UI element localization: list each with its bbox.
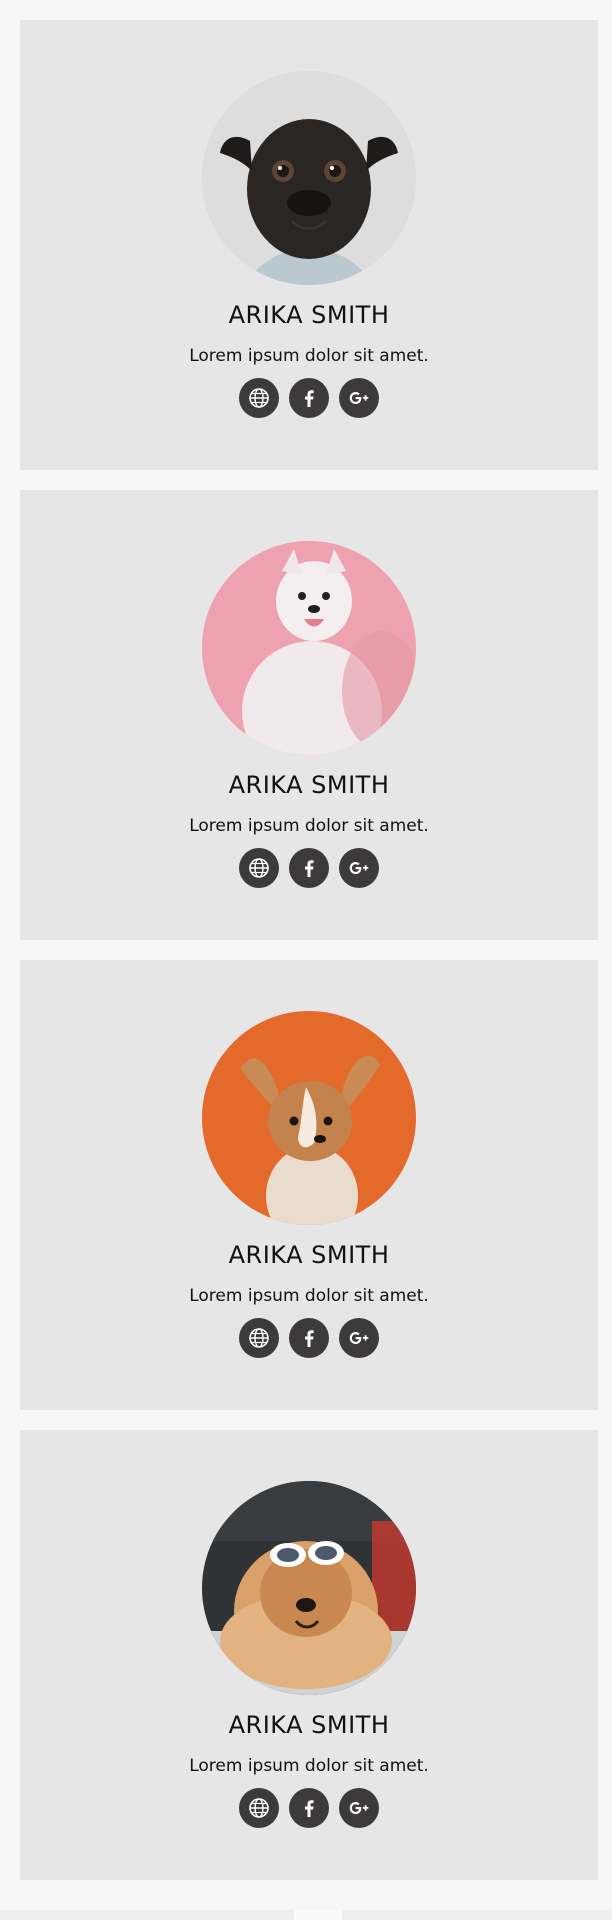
globe-icon bbox=[249, 1328, 269, 1348]
google-plus-button[interactable] bbox=[339, 848, 379, 888]
social-links bbox=[20, 848, 598, 888]
facebook-button[interactable] bbox=[289, 1318, 329, 1358]
facebook-icon bbox=[305, 1800, 314, 1817]
page-bottom-tab bbox=[294, 1910, 342, 1920]
website-button[interactable] bbox=[239, 848, 279, 888]
facebook-button[interactable] bbox=[289, 848, 329, 888]
globe-icon bbox=[249, 858, 269, 878]
chow-sunglasses-photo bbox=[202, 1481, 416, 1695]
avatar bbox=[202, 1011, 416, 1225]
social-links bbox=[20, 1318, 598, 1358]
profile-card: ARIKA SMITH Lorem ipsum dolor sit amet. bbox=[20, 490, 598, 940]
globe-icon bbox=[249, 388, 269, 408]
profile-name: ARIKA SMITH bbox=[228, 771, 390, 799]
profile-description: Lorem ipsum dolor sit amet. bbox=[189, 346, 429, 366]
avatar bbox=[202, 541, 416, 755]
social-links bbox=[20, 378, 598, 418]
google-plus-icon bbox=[349, 1332, 369, 1344]
google-plus-icon bbox=[349, 862, 369, 874]
google-plus-button[interactable] bbox=[339, 378, 379, 418]
google-plus-icon bbox=[349, 1802, 369, 1814]
website-button[interactable] bbox=[239, 1788, 279, 1828]
profile-name: ARIKA SMITH bbox=[228, 1241, 390, 1269]
white-samoyed-photo bbox=[202, 541, 416, 755]
website-button[interactable] bbox=[239, 378, 279, 418]
profile-name: ARIKA SMITH bbox=[228, 1711, 390, 1739]
profile-description: Lorem ipsum dolor sit amet. bbox=[189, 1756, 429, 1776]
profile-description: Lorem ipsum dolor sit amet. bbox=[189, 816, 429, 836]
profile-description: Lorem ipsum dolor sit amet. bbox=[189, 1286, 429, 1306]
facebook-icon bbox=[305, 860, 314, 877]
avatar bbox=[202, 1481, 416, 1695]
globe-icon bbox=[249, 1798, 269, 1818]
social-links bbox=[20, 1788, 598, 1828]
google-plus-button[interactable] bbox=[339, 1788, 379, 1828]
facebook-button[interactable] bbox=[289, 1788, 329, 1828]
profile-card-list: ARIKA SMITH Lorem ipsum dolor sit amet. bbox=[20, 20, 598, 1900]
google-plus-button[interactable] bbox=[339, 1318, 379, 1358]
website-button[interactable] bbox=[239, 1318, 279, 1358]
profile-card: ARIKA SMITH Lorem ipsum dolor sit amet. bbox=[20, 960, 598, 1410]
profile-card: ARIKA SMITH Lorem ipsum dolor sit amet. bbox=[20, 20, 598, 470]
facebook-icon bbox=[305, 1330, 314, 1347]
profile-name: ARIKA SMITH bbox=[228, 301, 390, 329]
avatar bbox=[202, 71, 416, 285]
profile-card: ARIKA SMITH Lorem ipsum dolor sit amet. bbox=[20, 1430, 598, 1880]
corgi-puppy-photo bbox=[202, 1011, 416, 1225]
black-pug-photo bbox=[202, 71, 416, 285]
facebook-icon bbox=[305, 390, 314, 407]
google-plus-icon bbox=[349, 392, 369, 404]
facebook-button[interactable] bbox=[289, 378, 329, 418]
